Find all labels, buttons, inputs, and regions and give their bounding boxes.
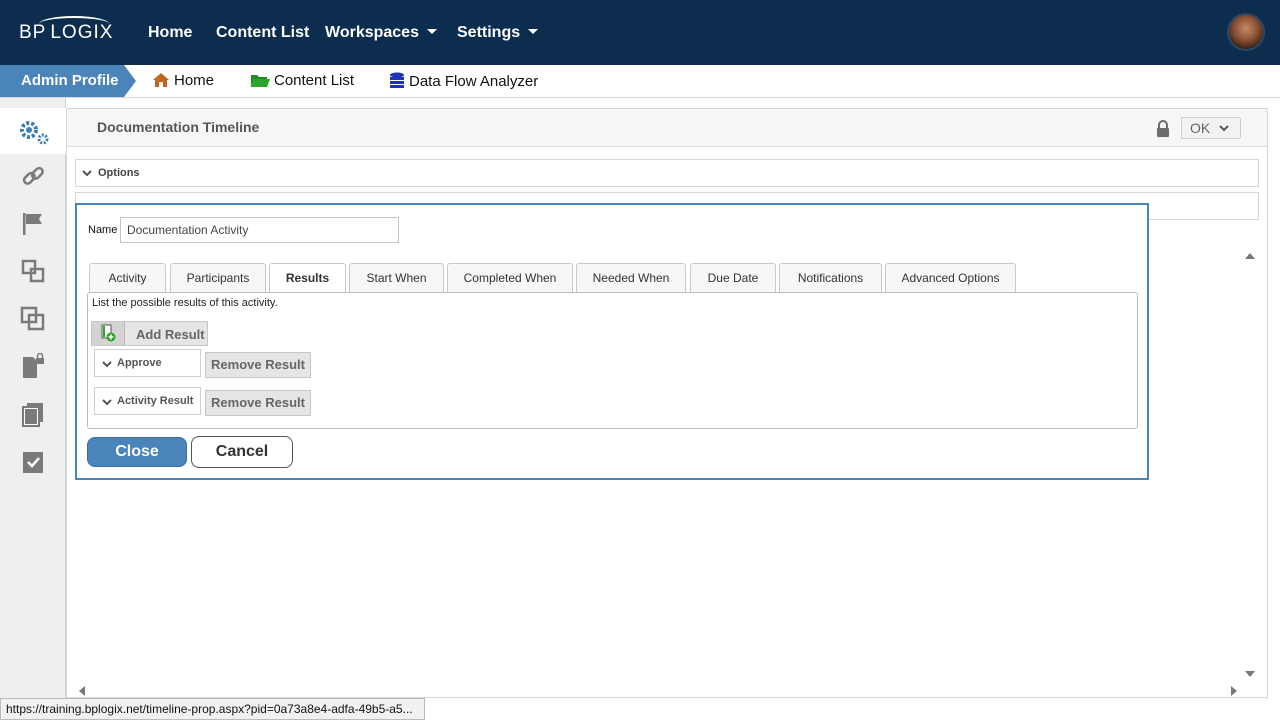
group-icon[interactable] — [20, 258, 46, 284]
crumb-home[interactable]: Home — [152, 72, 214, 89]
breadcrumb: Admin Profile Home Content List Data Flo… — [0, 65, 1280, 98]
chevron-down-icon — [102, 361, 112, 368]
tab-needed-when[interactable]: Needed When — [576, 263, 686, 294]
nav-settings[interactable]: Settings — [457, 24, 539, 42]
crumb-content-list[interactable]: Content List — [250, 72, 354, 89]
tab-results[interactable]: Results — [269, 263, 346, 294]
user-avatar[interactable] — [1227, 13, 1265, 51]
checklist-icon[interactable] — [20, 449, 46, 475]
tab-participants[interactable]: Participants — [170, 263, 266, 294]
home-icon — [153, 73, 169, 87]
activity-properties-dialog: Name Documentation Activity Activity Par… — [75, 203, 1149, 480]
scroll-right-arrow[interactable] — [1231, 686, 1237, 696]
result-label: Activity Result — [117, 395, 194, 407]
tab-notifications[interactable]: Notifications — [779, 263, 882, 294]
crumb-content-list-label: Content List — [274, 72, 355, 89]
nav-workspaces[interactable]: Workspaces — [325, 24, 437, 42]
tab-start-when[interactable]: Start When — [349, 263, 444, 294]
scroll-down-arrow[interactable] — [1245, 671, 1255, 677]
nav-home[interactable]: Home — [148, 24, 192, 42]
result-item-approve[interactable]: Approve — [94, 349, 201, 377]
tab-due-date[interactable]: Due Date — [690, 263, 776, 294]
locked-document-icon[interactable] — [20, 353, 46, 379]
crumb-arrow — [124, 65, 136, 97]
remove-result-button[interactable]: Remove Result — [205, 390, 311, 416]
tab-advanced-options[interactable]: Advanced Options — [885, 263, 1016, 294]
nav-workspaces-label: Workspaces — [325, 24, 419, 41]
chevron-down-icon — [82, 170, 92, 177]
result-item-activity-result[interactable]: Activity Result — [94, 387, 201, 415]
bplogix-logo[interactable]: BP LOGIX — [19, 16, 113, 44]
gears-icon[interactable] — [16, 118, 50, 146]
results-description: List the possible results of this activi… — [92, 297, 278, 309]
left-sidebar — [0, 98, 66, 720]
status-bar-url: https://training.bplogix.net/timeline-pr… — [0, 698, 425, 720]
chevron-down-icon — [426, 29, 437, 34]
nav-content-list[interactable]: Content List — [216, 24, 309, 42]
tab-completed-when[interactable]: Completed When — [447, 263, 573, 294]
document-add-icon — [101, 324, 116, 342]
crumb-data-flow-analyzer-label: Data Flow Analyzer — [409, 73, 539, 90]
database-icon — [390, 72, 404, 88]
crumb-home-label: Home — [174, 72, 215, 89]
layers-icon[interactable] — [20, 306, 46, 332]
folder-open-icon — [251, 75, 270, 87]
options-section-label: Options — [98, 167, 140, 179]
remove-result-button[interactable]: Remove Result — [205, 352, 311, 378]
crumb-data-flow-analyzer[interactable]: Data Flow Analyzer — [389, 72, 538, 90]
scroll-left-arrow[interactable] — [79, 686, 85, 696]
top-navigation-bar: BP LOGIX Home Content List Workspaces Set… — [0, 0, 1280, 65]
chevron-down-icon — [528, 29, 539, 34]
add-result-label: Add Result — [136, 327, 205, 342]
close-button[interactable]: Close — [87, 437, 187, 467]
results-tab-panel: List the possible results of this activi… — [87, 292, 1138, 429]
admin-profile-crumb[interactable]: Admin Profile — [0, 65, 124, 97]
logo-arc — [39, 16, 109, 32]
result-label: Approve — [117, 357, 162, 369]
flag-icon[interactable] — [20, 211, 46, 237]
add-result-button[interactable]: Add Result — [91, 321, 208, 346]
nav-settings-label: Settings — [457, 24, 521, 41]
page-title: Documentation Timeline — [97, 119, 260, 135]
chevron-down-icon — [102, 399, 112, 406]
name-label: Name — [88, 224, 118, 236]
ok-label: OK — [1190, 120, 1211, 136]
panel-header: Documentation Timeline OK — [67, 109, 1267, 147]
tab-activity[interactable]: Activity — [89, 263, 166, 294]
add-result-icon — [92, 322, 125, 345]
chevron-down-icon — [1219, 125, 1229, 132]
ok-dropdown-button[interactable]: OK — [1181, 117, 1241, 139]
lock-icon[interactable] — [1155, 120, 1171, 137]
link-icon[interactable] — [20, 164, 46, 190]
cancel-button[interactable]: Cancel — [191, 436, 293, 468]
name-input[interactable]: Documentation Activity — [120, 217, 399, 243]
options-section[interactable]: Options — [75, 159, 1259, 187]
scroll-up-arrow[interactable] — [1245, 253, 1255, 259]
copy-icon[interactable] — [20, 401, 46, 427]
